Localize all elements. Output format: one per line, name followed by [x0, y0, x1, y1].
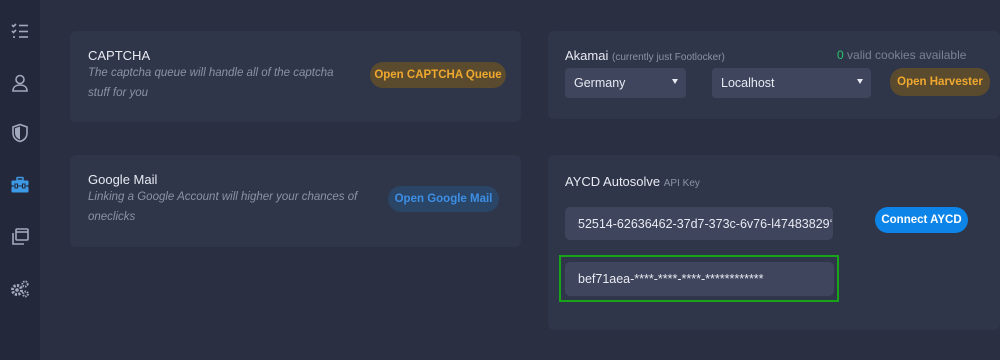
windows-icon[interactable] — [9, 226, 31, 248]
akamai-subtitle: (currently just Footlocker) — [611, 52, 725, 63]
host-select[interactable]: Localhost — [712, 68, 871, 98]
captcha-description: The captcha queue will handle all of the… — [88, 67, 334, 99]
akamai-title: Akamai (currently just Footlocker) — [565, 48, 725, 63]
connect-aycd-button[interactable]: Connect AYCD — [875, 207, 968, 233]
gears-icon[interactable] — [9, 278, 31, 300]
aycd-title: AYCD Autosolve API Key — [565, 174, 700, 189]
shield-icon[interactable] — [9, 122, 31, 144]
akamai-card: Akamai (currently just Footlocker) 0 val… — [548, 31, 1000, 119]
region-select[interactable]: Germany — [565, 68, 686, 98]
user-icon[interactable] — [9, 72, 31, 94]
checklist-icon[interactable] — [9, 20, 31, 42]
aycd-subtitle: API Key — [663, 178, 700, 189]
chevron-down-icon — [672, 79, 678, 84]
cookie-status: 0 valid cookies available — [837, 48, 966, 62]
cookie-count: 0 — [837, 48, 844, 62]
sidebar — [0, 0, 40, 360]
chevron-down-icon — [857, 79, 863, 84]
google-mail-description: Linking a Google Account will higher you… — [88, 191, 358, 223]
open-google-mail-button[interactable]: Open Google Mail — [388, 186, 499, 212]
google-mail-card: Google Mail Linking a Google Account wil… — [70, 155, 521, 247]
highlight-box — [559, 255, 839, 302]
toolbox-icon[interactable] — [9, 174, 31, 196]
cookie-label: valid cookies available — [847, 48, 967, 62]
api-key-input[interactable]: 52514-62636462-37d7-373c-6v76-l47483829‘ — [565, 207, 833, 240]
open-captcha-queue-button[interactable]: Open CAPTCHA Queue — [370, 62, 506, 88]
aycd-card: AYCD Autosolve API Key 52514-62636462-37… — [548, 155, 1000, 330]
captcha-title: CAPTCHA — [88, 48, 151, 63]
open-harvester-button[interactable]: Open Harvester — [890, 68, 990, 96]
google-mail-title: Google Mail — [88, 172, 158, 187]
captcha-card: CAPTCHA The captcha queue will handle al… — [70, 31, 521, 122]
